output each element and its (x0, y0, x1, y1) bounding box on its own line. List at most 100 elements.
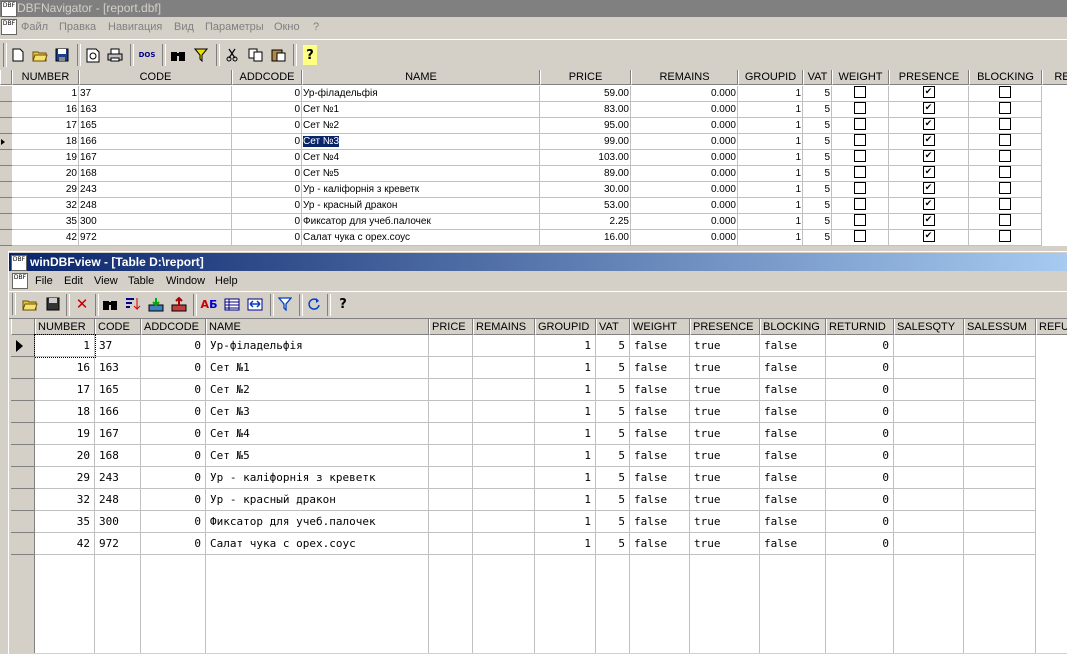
row-indicator[interactable] (11, 445, 35, 467)
cell-presence[interactable]: ✔ (889, 230, 969, 246)
navigator-grid[interactable]: NUMBER CODE ADDCODE NAME PRICE REMAINS GROUPID… (0, 70, 1067, 246)
cell-addcode[interactable]: 0 (232, 230, 302, 246)
cell-remains[interactable] (473, 533, 535, 555)
cell-returnid[interactable]: 0 (826, 489, 894, 511)
row-indicator[interactable] (11, 511, 35, 533)
menu-help[interactable]: ? (313, 21, 319, 33)
cell-blocking[interactable] (969, 182, 1042, 198)
cell-groupid[interactable]: 1 (535, 511, 596, 533)
checkbox-checked[interactable]: ✔ (922, 102, 935, 115)
cell-addcode[interactable]: 0 (141, 511, 206, 533)
help-icon[interactable]: ? (303, 45, 317, 65)
cell-remains[interactable] (473, 379, 535, 401)
cell-addcode[interactable]: 0 (141, 401, 206, 423)
cell-weight[interactable] (832, 86, 889, 102)
preview-icon[interactable] (83, 45, 103, 65)
cell-remains[interactable] (473, 467, 535, 489)
column-header-addcode[interactable]: ADDCODE (232, 70, 302, 85)
cell-presence[interactable]: true (690, 357, 760, 379)
cell-blocking[interactable]: false (760, 379, 826, 401)
checkbox-unchecked[interactable] (854, 214, 866, 227)
cell-code[interactable]: 37 (95, 335, 141, 357)
cell-remains[interactable] (473, 335, 535, 357)
cell-addcode[interactable]: 0 (141, 423, 206, 445)
cell-presence[interactable]: true (690, 467, 760, 489)
cell-weight[interactable]: false (630, 489, 690, 511)
cell-addcode[interactable]: 0 (141, 357, 206, 379)
cell-number[interactable]: 29 (35, 467, 95, 489)
menu-edit[interactable]: Edit (64, 275, 83, 287)
cell-addcode[interactable]: 0 (232, 102, 302, 118)
checkbox-unchecked[interactable] (854, 182, 866, 195)
row-indicator[interactable] (0, 230, 12, 246)
cell-name[interactable]: Ур - каліфорнія з креветк (206, 467, 429, 489)
cell-weight[interactable] (832, 134, 889, 150)
cell-groupid[interactable]: 1 (535, 401, 596, 423)
column-header-returnid[interactable]: RETURNID (826, 319, 894, 335)
cell-salessum[interactable] (964, 467, 1036, 489)
cell-salessum[interactable] (964, 533, 1036, 555)
cell-code[interactable]: 163 (79, 102, 232, 118)
menu-window[interactable]: Окно (274, 21, 300, 33)
menu-help[interactable]: Help (215, 275, 238, 287)
column-header-groupid[interactable]: GROUPID (535, 319, 596, 335)
cell-vat[interactable]: 5 (803, 134, 832, 150)
view-grid[interactable]: NUMBER CODE ADDCODE NAME PRICE REMAINS GROUPID… (11, 319, 1067, 653)
cell-vat[interactable]: 5 (803, 214, 832, 230)
menu-navigation[interactable]: Навигация (108, 21, 162, 33)
row-indicator[interactable] (11, 467, 35, 489)
cell-remains[interactable]: 0.000 (631, 166, 738, 182)
menu-window[interactable]: Window (166, 275, 205, 287)
column-header-presence[interactable]: PRESENCE (889, 70, 969, 85)
cell-groupid[interactable]: 1 (738, 230, 803, 246)
cell-vat[interactable]: 5 (803, 102, 832, 118)
cell-price[interactable]: 89.00 (540, 166, 631, 182)
cell-number[interactable]: 1 (12, 86, 79, 102)
checkbox-checked[interactable]: ✔ (922, 198, 935, 211)
checkbox-unchecked[interactable] (854, 86, 866, 99)
struct-icon[interactable] (222, 294, 242, 314)
menu-file[interactable]: Файл (21, 21, 48, 33)
cell-remains[interactable]: 0.000 (631, 134, 738, 150)
cell-number[interactable]: 32 (12, 198, 79, 214)
cell-code[interactable]: 972 (79, 230, 232, 246)
cell-groupid[interactable]: 1 (738, 214, 803, 230)
cell-salesqty[interactable] (894, 467, 964, 489)
cell-remains[interactable]: 0.000 (631, 86, 738, 102)
cell-salesqty[interactable] (894, 511, 964, 533)
cell-vat[interactable]: 5 (596, 467, 630, 489)
checkbox-unchecked[interactable] (854, 230, 866, 243)
cell-weight[interactable] (832, 150, 889, 166)
cell-vat[interactable]: 5 (803, 86, 832, 102)
cell-blocking[interactable] (969, 102, 1042, 118)
cell-blocking[interactable]: false (760, 357, 826, 379)
row-indicator[interactable] (0, 198, 12, 214)
cell-presence[interactable]: ✔ (889, 102, 969, 118)
cell-price[interactable]: 103.00 (540, 150, 631, 166)
cell-salessum[interactable] (964, 357, 1036, 379)
row-indicator[interactable] (0, 182, 12, 198)
cell-blocking[interactable]: false (760, 423, 826, 445)
cell-weight[interactable] (832, 230, 889, 246)
open-icon[interactable] (30, 45, 50, 65)
checkbox-unchecked[interactable] (999, 150, 1011, 163)
row-indicator[interactable] (11, 357, 35, 379)
checkbox-unchecked[interactable] (999, 182, 1011, 195)
checkbox-checked[interactable]: ✔ (922, 230, 935, 243)
column-header-name[interactable]: NAME (206, 319, 429, 335)
cell-price[interactable]: 53.00 (540, 198, 631, 214)
cell-addcode[interactable]: 0 (141, 489, 206, 511)
row-indicator[interactable] (0, 134, 12, 150)
cell-addcode[interactable]: 0 (232, 166, 302, 182)
row-indicator[interactable] (0, 214, 12, 230)
find-icon[interactable] (100, 294, 120, 314)
cell-price[interactable] (429, 489, 473, 511)
cell-presence[interactable]: ✔ (889, 118, 969, 134)
row-indicator[interactable] (0, 150, 12, 166)
cell-blocking[interactable]: false (760, 401, 826, 423)
cell-name[interactable]: Салат чука с орех.соус (302, 230, 540, 246)
column-header-groupid[interactable]: GROUPID (738, 70, 803, 85)
cell-presence[interactable]: true (690, 445, 760, 467)
cell-blocking[interactable]: false (760, 335, 826, 357)
cell-presence[interactable]: true (690, 533, 760, 555)
